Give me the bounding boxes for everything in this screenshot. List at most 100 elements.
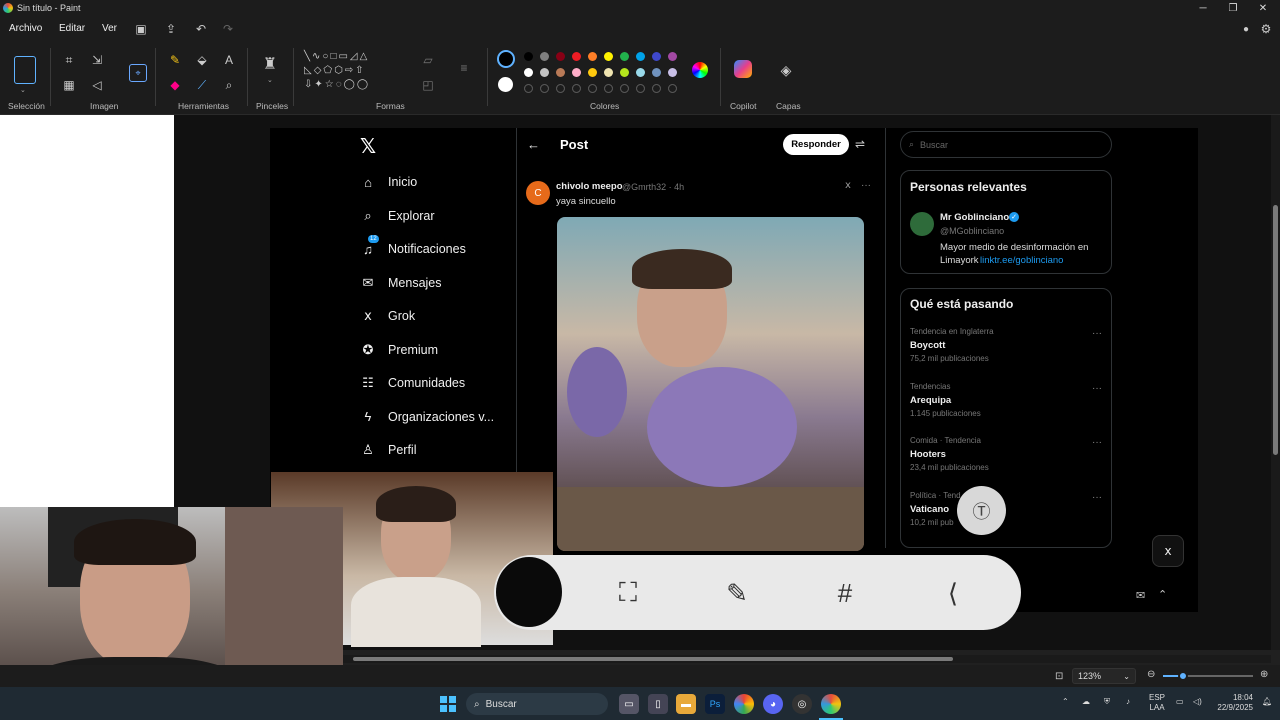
selection-tool-icon[interactable]: [14, 56, 36, 84]
avatar[interactable]: C: [526, 181, 550, 205]
pencil-icon[interactable]: ✎: [167, 52, 183, 68]
hashtag-icon[interactable]: #: [829, 577, 861, 609]
horizontal-scroll-thumb[interactable]: [353, 657, 953, 661]
redo-icon[interactable]: ↷: [220, 21, 236, 37]
image-tool-icon[interactable]: ▦: [61, 77, 77, 93]
nav-item[interactable]: ♫ 12 Notificaciones: [360, 235, 466, 257]
undo-icon[interactable]: ↶: [193, 21, 209, 37]
paint-app-icon[interactable]: [821, 694, 841, 714]
windows-start-icon[interactable]: [440, 696, 456, 712]
custom-color-slot[interactable]: [588, 84, 597, 93]
taskbar-search[interactable]: ⌕ Buscar: [466, 693, 608, 715]
share-icon[interactable]: ⇪: [163, 21, 179, 37]
color-palette[interactable]: [524, 52, 684, 102]
nav-item[interactable]: ✪ Premium: [360, 342, 438, 358]
shapes-gallery[interactable]: ╲∿○□▭◿△ ◺◇⬠⬡⇨⇧ ⇩✦☆◌◯◯: [304, 50, 408, 92]
mic-icon[interactable]: ♪: [1126, 697, 1130, 706]
brush-icon[interactable]: ♜: [262, 56, 278, 73]
edit-colors-icon[interactable]: [692, 62, 708, 78]
outline-icon[interactable]: ▱: [420, 52, 436, 68]
chevron-up-icon[interactable]: ⌃: [1158, 588, 1167, 601]
remove-background-icon[interactable]: ⌖: [129, 64, 147, 82]
minimize-button[interactable]: ─: [1188, 0, 1218, 16]
task-view-icon[interactable]: ▭: [619, 694, 639, 714]
discord-icon[interactable]: ◕: [763, 694, 783, 714]
vertical-scroll-thumb[interactable]: [1273, 205, 1278, 455]
color-swatch[interactable]: [540, 52, 549, 61]
fill-icon[interactable]: ◰: [420, 77, 436, 93]
color-swatch[interactable]: [636, 52, 645, 61]
color-swatch[interactable]: [588, 68, 597, 77]
snip-thumbnail[interactable]: [496, 557, 562, 627]
color-swatch[interactable]: [636, 68, 645, 77]
copilot-icon[interactable]: [734, 60, 752, 78]
layers-icon[interactable]: ◈: [778, 62, 794, 78]
chrome-icon[interactable]: [734, 694, 754, 714]
grok-icon[interactable]: ⅹ: [845, 180, 851, 191]
custom-color-slot[interactable]: [540, 84, 549, 93]
color-picker-icon[interactable]: ⟋: [194, 77, 210, 93]
custom-color-slot[interactable]: [524, 84, 533, 93]
nav-item[interactable]: ✉ Mensajes: [360, 275, 442, 291]
eraser-icon[interactable]: ◆: [167, 77, 183, 93]
more-options-icon[interactable]: ···: [1092, 492, 1102, 503]
scan-text-icon[interactable]: ⛶: [612, 577, 644, 609]
notification-bell-icon[interactable]: 🔔︎: [1262, 697, 1272, 706]
resize-icon[interactable]: ⇲: [89, 52, 105, 68]
more-options-icon[interactable]: ···: [1092, 383, 1102, 394]
paint-canvas[interactable]: [0, 115, 174, 507]
color-swatch[interactable]: [604, 52, 613, 61]
crop-icon[interactable]: ⌗: [61, 52, 77, 68]
save-icon[interactable]: ▣: [133, 21, 149, 37]
account-icon[interactable]: ●: [1238, 21, 1254, 37]
menu-view[interactable]: Ver: [102, 23, 117, 34]
x-logo-icon[interactable]: 𝕏: [360, 134, 376, 159]
share-icon[interactable]: ⟨: [937, 577, 969, 609]
secondary-color[interactable]: [498, 77, 513, 92]
color-swatch[interactable]: [572, 68, 581, 77]
custom-color-slot[interactable]: [652, 84, 661, 93]
stroke-size-icon[interactable]: ≡: [456, 60, 472, 76]
photoshop-icon[interactable]: Ps: [705, 694, 725, 714]
custom-color-slot[interactable]: [636, 84, 645, 93]
nav-item[interactable]: ♙ Perfil: [360, 442, 416, 458]
horizontal-scrollbar[interactable]: [343, 655, 1271, 663]
vertical-scrollbar[interactable]: [1271, 115, 1280, 650]
clock[interactable]: 18:04 22/9/2025: [1211, 693, 1253, 713]
zoom-in-icon[interactable]: ⊕: [1260, 669, 1268, 680]
back-arrow-icon[interactable]: ←: [527, 137, 540, 152]
color-swatch[interactable]: [620, 68, 629, 77]
more-options-icon[interactable]: ···: [1092, 328, 1102, 339]
custom-color-slot[interactable]: [620, 84, 629, 93]
settings-gear-icon[interactable]: ⚙: [1258, 21, 1274, 37]
text-extract-icon[interactable]: Ⓣ: [957, 486, 1006, 535]
chevron-up-icon[interactable]: ⌃: [1062, 697, 1069, 706]
close-button[interactable]: ✕: [1248, 0, 1278, 16]
nav-item[interactable]: ⌕ Explorar: [360, 208, 434, 224]
file-explorer-icon[interactable]: ▬: [676, 694, 696, 714]
app-icon[interactable]: ◎: [792, 694, 812, 714]
cloud-icon[interactable]: ☁: [1082, 697, 1090, 706]
volume-icon[interactable]: ◁): [1193, 697, 1202, 706]
color-swatch[interactable]: [620, 52, 629, 61]
chevron-down-icon[interactable]: ⌄: [267, 76, 273, 84]
color-swatch[interactable]: [668, 68, 677, 77]
post-author[interactable]: chivolo meepo: [556, 181, 623, 192]
fill-bucket-icon[interactable]: ⬙: [194, 52, 210, 68]
color-swatch[interactable]: [588, 52, 597, 61]
chevron-down-icon[interactable]: ⌄: [20, 86, 26, 94]
reply-button[interactable]: Responder: [783, 134, 849, 155]
relevant-name[interactable]: Mr Goblinciano: [940, 212, 1009, 223]
text-tool-icon[interactable]: A: [221, 52, 237, 68]
primary-color[interactable]: [497, 50, 515, 68]
more-options-icon[interactable]: ···: [1092, 437, 1102, 448]
color-swatch[interactable]: [524, 68, 533, 77]
zoom-slider[interactable]: [1163, 671, 1253, 681]
nav-item[interactable]: ϟ Organizaciones v...: [360, 409, 495, 425]
custom-color-slot[interactable]: [572, 84, 581, 93]
fit-window-icon[interactable]: ⊡: [1055, 671, 1063, 682]
zoom-out-icon[interactable]: ⊖: [1147, 669, 1155, 680]
menu-file[interactable]: Archivo: [9, 23, 42, 34]
color-swatch[interactable]: [652, 68, 661, 77]
color-swatch[interactable]: [556, 68, 565, 77]
